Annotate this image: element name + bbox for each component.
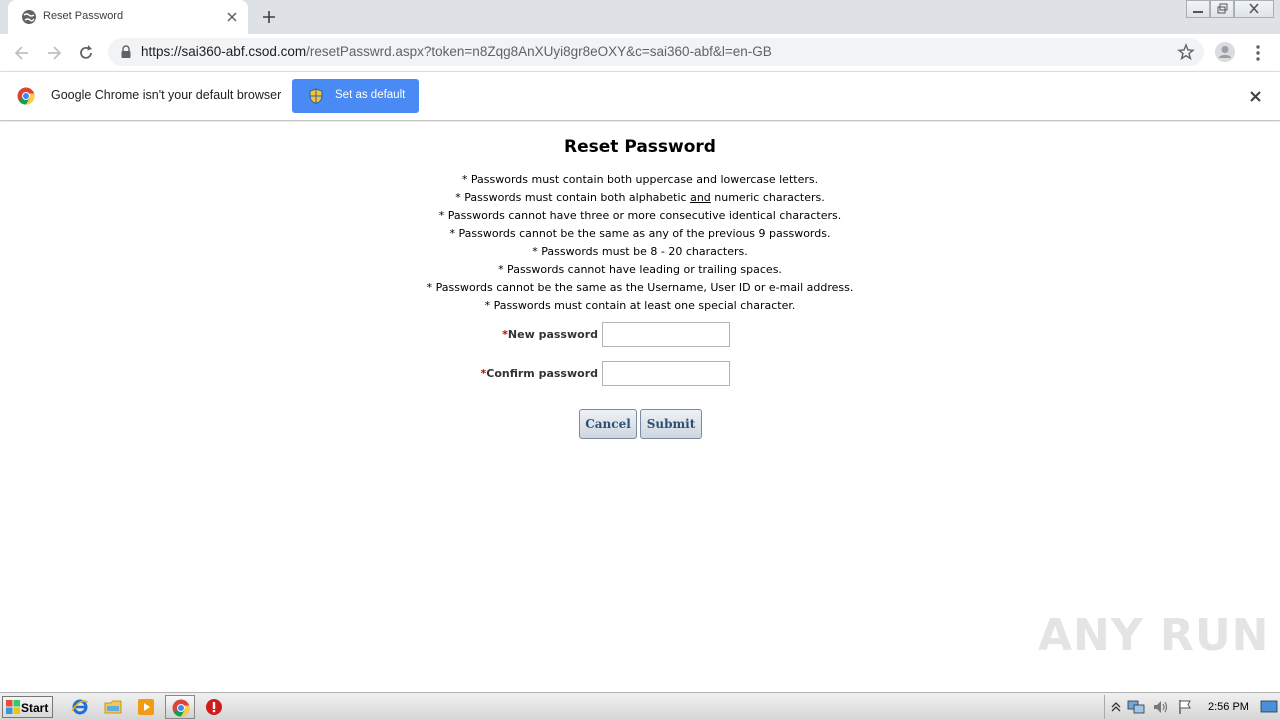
lock-icon[interactable]: [120, 45, 132, 59]
close-infobar-icon[interactable]: [1248, 89, 1263, 104]
confirm-password-input[interactable]: [602, 361, 730, 386]
volume-icon[interactable]: [1152, 699, 1170, 715]
password-rules: * Passwords must contain both uppercase …: [0, 172, 1280, 316]
rule-underlined-text: and: [690, 191, 711, 204]
forward-arrow-icon[interactable]: [44, 43, 64, 63]
reload-icon[interactable]: [76, 43, 96, 63]
default-browser-infobar: Google Chrome isn't your default browser…: [0, 71, 1280, 121]
uac-shield-icon: [309, 88, 323, 104]
restore-button[interactable]: [1210, 0, 1234, 18]
start-label: Start: [21, 701, 49, 715]
ie-icon[interactable]: [71, 698, 89, 716]
show-hidden-icons-icon[interactable]: [1111, 701, 1121, 713]
anyrun-watermark: ANY RUN: [1038, 610, 1270, 661]
url-host: https://sai360-abf.csod.com: [141, 44, 307, 59]
start-button[interactable]: Start: [2, 696, 53, 718]
new-password-label: *New password: [398, 328, 598, 341]
infobar-message: Google Chrome isn't your default browser: [51, 88, 282, 102]
set-as-default-label: Set as default: [335, 89, 406, 101]
tab-title: Reset Password: [43, 10, 124, 22]
minimize-button[interactable]: [1186, 0, 1210, 18]
confirm-password-label: *Confirm password: [398, 367, 598, 380]
rule-item: * Passwords must contain at least one sp…: [484, 299, 796, 312]
media-player-icon[interactable]: [137, 698, 155, 716]
chrome-logo-icon: [17, 87, 35, 105]
new-password-input[interactable]: [602, 322, 730, 347]
chrome-icon: [172, 699, 190, 717]
url-text[interactable]: https://sai360-abf.csod.com/resetPasswrd…: [141, 44, 772, 59]
explorer-icon[interactable]: [104, 698, 122, 716]
back-arrow-icon[interactable]: [12, 43, 32, 63]
network-icon[interactable]: [1127, 699, 1145, 715]
show-desktop-icon[interactable]: [1260, 699, 1278, 715]
bookmark-star-icon[interactable]: [1177, 43, 1195, 61]
set-as-default-button[interactable]: Set as default: [292, 79, 419, 113]
tab-strip: Reset Password: [0, 0, 1280, 34]
new-password-label-text: New password: [507, 328, 598, 341]
taskbar-clock[interactable]: 2:56 PM: [1208, 701, 1249, 713]
rule-text: numeric characters.: [710, 191, 825, 204]
rule-item: * Passwords cannot be the same as the Us…: [426, 281, 854, 294]
minimize-icon: [1193, 11, 1203, 13]
new-tab-icon[interactable]: [260, 8, 278, 26]
url-path: /resetPasswrd.aspx?token=n8Zqg8AnXUyi8gr…: [306, 44, 772, 59]
close-tab-icon[interactable]: [224, 9, 240, 25]
taskbar: Start 2:56 PM: [0, 692, 1280, 720]
rule-item: * Passwords cannot be the same as any of…: [449, 227, 831, 240]
globe-icon: [22, 10, 36, 24]
confirm-password-label-text: Confirm password: [486, 367, 598, 380]
address-bar[interactable]: https://sai360-abf.csod.com/resetPasswrd…: [108, 38, 1204, 66]
rule-item: * Passwords must contain both alphabetic…: [0, 190, 1280, 208]
system-tray: [1104, 695, 1280, 719]
page-title: Reset Password: [564, 137, 716, 157]
profile-avatar-icon[interactable]: [1214, 41, 1236, 63]
cancel-button[interactable]: Cancel: [579, 409, 637, 439]
restore-icon: [1217, 3, 1228, 14]
rule-item: * Passwords must be 8 - 20 characters.: [532, 245, 748, 258]
rule-item: * Passwords cannot have leading or trail…: [498, 263, 782, 276]
close-window-button[interactable]: [1234, 0, 1274, 18]
windows-logo-icon: [6, 700, 20, 714]
chrome-taskbar-button[interactable]: [165, 695, 195, 719]
rule-item: * Passwords must contain both uppercase …: [461, 173, 819, 186]
submit-button[interactable]: Submit: [640, 409, 702, 439]
page-content: Reset Password * Passwords must contain …: [0, 122, 1280, 692]
rule-text: * Passwords must contain both alphabetic: [455, 191, 691, 204]
close-window-icon: [1249, 3, 1259, 14]
action-center-flag-icon[interactable]: [1177, 699, 1193, 715]
rule-item: * Passwords cannot have three or more co…: [438, 209, 842, 222]
browser-toolbar: https://sai360-abf.csod.com/resetPasswrd…: [0, 34, 1280, 71]
tab-reset-password[interactable]: Reset Password: [8, 0, 248, 34]
more-menu-icon[interactable]: [1250, 43, 1266, 63]
stop-icon[interactable]: [205, 698, 223, 716]
